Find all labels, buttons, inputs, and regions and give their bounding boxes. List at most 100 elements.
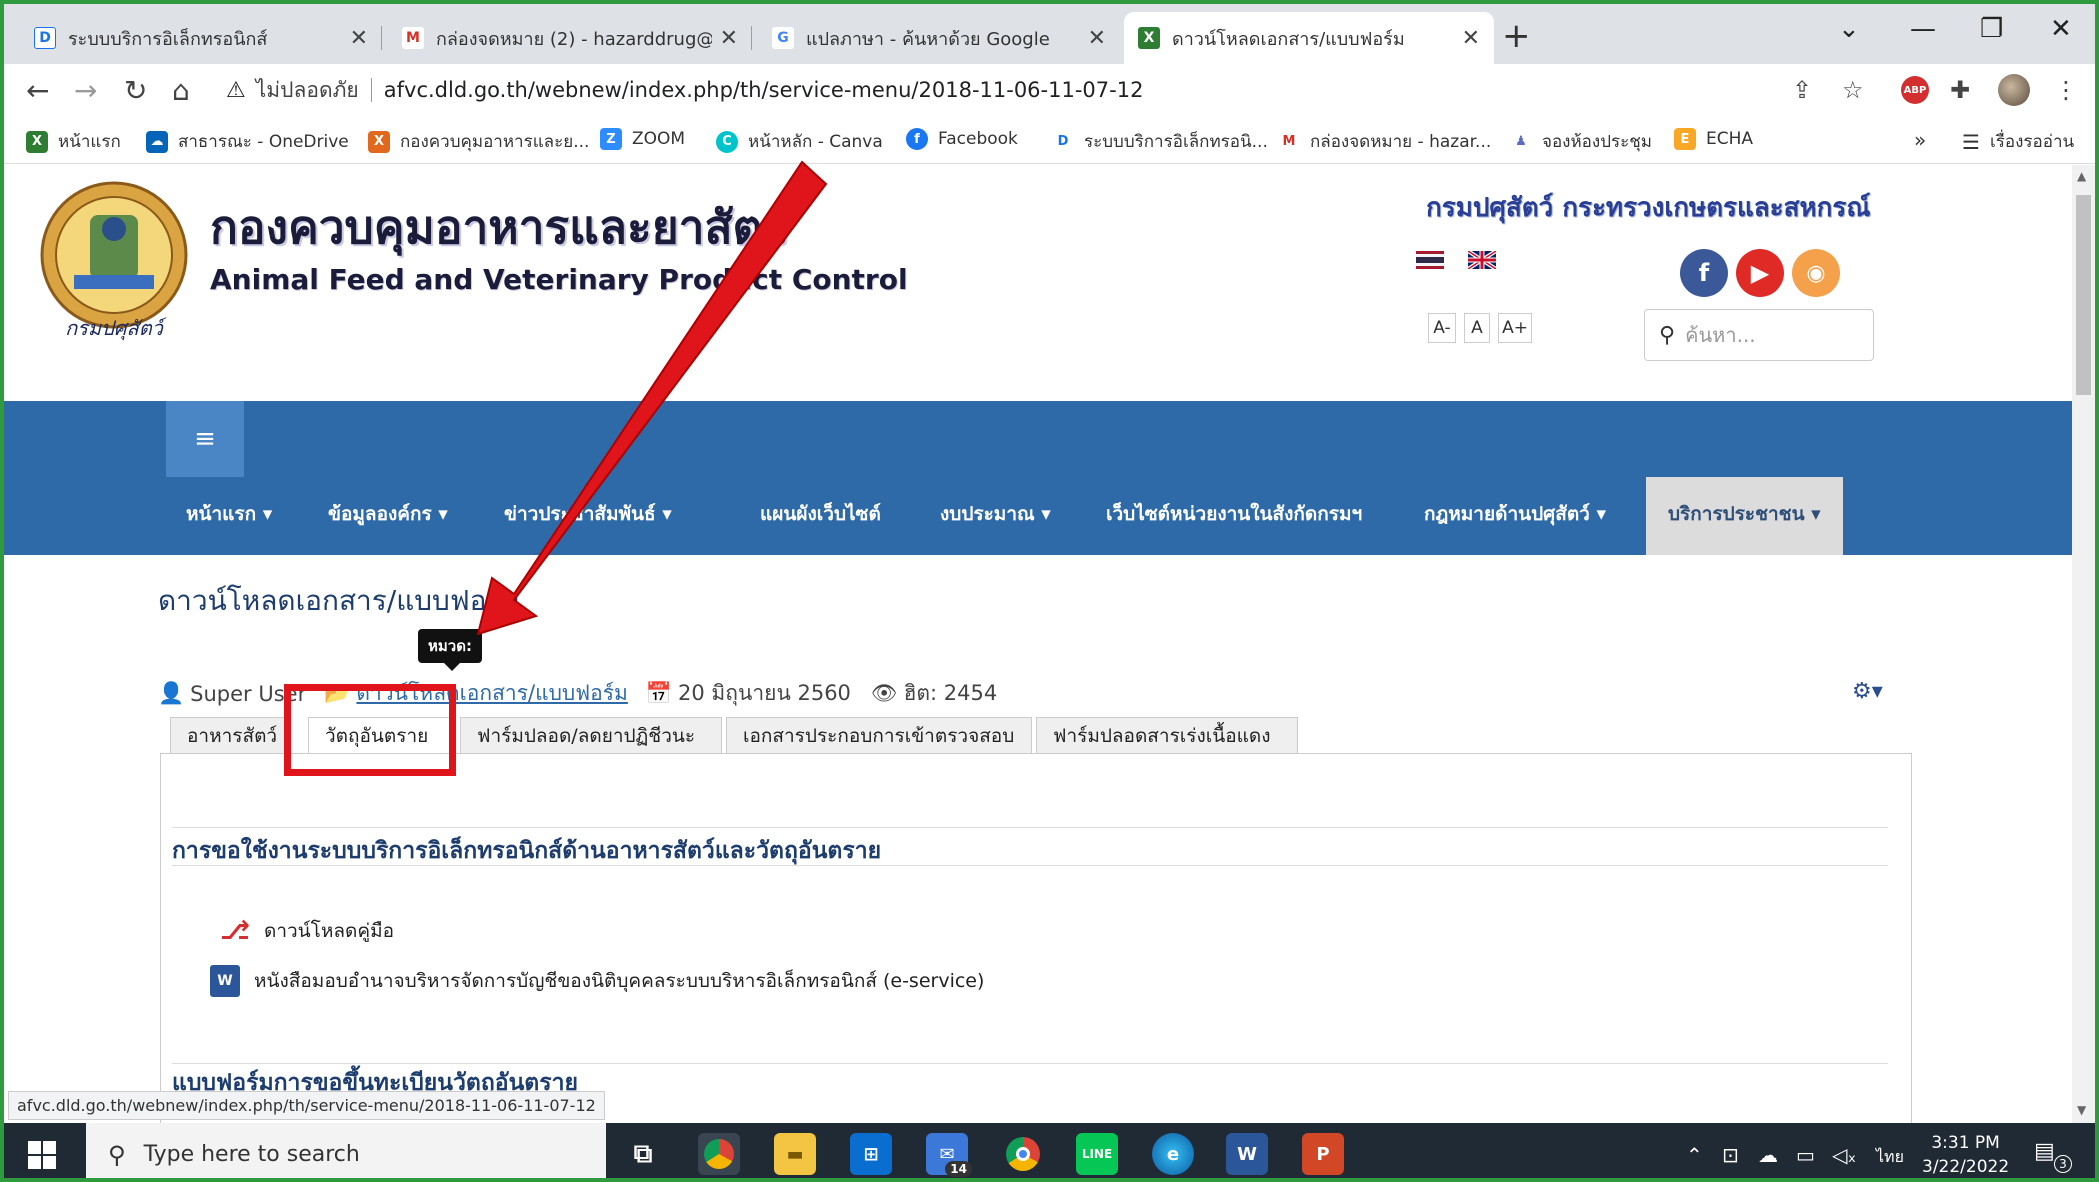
- browser-tab-1[interactable]: D ระบบบริการอิเล็กทรอนิกส์ ✕: [20, 12, 382, 64]
- word-icon[interactable]: W: [1226, 1133, 1268, 1175]
- share-icon[interactable]: ⇪: [1792, 76, 1812, 104]
- adblock-plus-icon[interactable]: ABP: [1901, 76, 1929, 104]
- bookmark-echa[interactable]: E ECHA: [1674, 128, 1753, 150]
- close-tab-icon[interactable]: ✕: [1088, 26, 1106, 51]
- taskbar-search-placeholder: Type here to search: [143, 1142, 360, 1167]
- facebook-icon: f: [906, 128, 928, 150]
- notification-center-icon[interactable]: ▤ 3: [2034, 1139, 2072, 1173]
- bookmark-facebook[interactable]: f Facebook: [906, 128, 1018, 150]
- browser-tab-3[interactable]: G แปลภาษา - ค้นหาด้วย Google ✕: [758, 12, 1120, 64]
- gear-icon[interactable]: ⚙▾: [1852, 679, 1883, 704]
- nav-budget[interactable]: งบประมาณ ▾: [940, 499, 1051, 529]
- windows-start-icon[interactable]: [28, 1141, 56, 1169]
- chrome-profile-app-icon[interactable]: [698, 1133, 740, 1175]
- close-tab-icon[interactable]: ✕: [350, 26, 368, 51]
- tab-beta-agonist-free-farm[interactable]: ฟาร์มปลอดสารเร่งเนื้อแดง: [1036, 717, 1298, 753]
- browser-tab-2[interactable]: M กล่องจดหมาย (2) - hazarddrug@gm ✕: [388, 12, 752, 64]
- bookmark-label: กองควบคุมอาหารและย...: [400, 132, 590, 152]
- tab-inspection-documents[interactable]: เอกสารประกอบการเข้าตรวจสอบ: [726, 717, 1032, 753]
- address-divider: [370, 78, 372, 102]
- bookmark-meeting-room[interactable]: ♟ จองห้องประชุม: [1510, 128, 1652, 155]
- facebook-icon[interactable]: f: [1680, 249, 1728, 297]
- download-manual-link[interactable]: ⎇ ดาวน์โหลดคู่มือ: [220, 915, 394, 947]
- tab-antibiotic-free-farm[interactable]: ฟาร์มปลอด/ลดยาปฏิชีวนะ: [460, 717, 722, 753]
- font-normal-button[interactable]: A: [1464, 313, 1490, 343]
- line-app-icon[interactable]: LINE: [1076, 1133, 1118, 1175]
- scroll-down-arrow-icon[interactable]: ▼: [2077, 1103, 2086, 1117]
- site-title-thai: กองควบคุมอาหารและยาสัตว์: [210, 200, 789, 254]
- minimize-icon[interactable]: —: [1910, 14, 1936, 44]
- taskbar-search-box[interactable]: ⚲ Type here to search: [86, 1123, 606, 1178]
- close-tab-icon[interactable]: ✕: [1462, 26, 1480, 51]
- address-bar[interactable]: ⚠ ไม่ปลอดภัย afvc.dld.go.th/webnew/index…: [226, 70, 1886, 110]
- reload-icon[interactable]: ↻: [124, 74, 147, 107]
- browser-tab-4-active[interactable]: X ดาวน์โหลดเอกสาร/แบบฟอร์ม ✕: [1124, 12, 1494, 64]
- mail-icon[interactable]: ✉ 14: [926, 1133, 972, 1177]
- bookmark-afvc[interactable]: X กองควบคุมอาหารและย...: [368, 128, 589, 155]
- bookmark-onedrive[interactable]: ☁ สาธารณะ - OneDrive: [146, 128, 349, 155]
- bookmark-star-icon[interactable]: ☆: [1842, 76, 1864, 104]
- volume-muted-icon[interactable]: ◁ₓ: [1832, 1143, 1856, 1167]
- microsoft-store-icon[interactable]: ⊞: [850, 1133, 892, 1175]
- nav-public-services[interactable]: บริการประชาชน ▾: [1646, 477, 1843, 555]
- tab-title: ระบบบริการอิเล็กทรอนิกส์: [68, 28, 268, 50]
- meet-now-icon[interactable]: ⊡: [1722, 1143, 1739, 1167]
- divider: [172, 827, 1888, 828]
- bookmark-gmail[interactable]: M กล่องจดหมาย - hazar...: [1278, 128, 1491, 155]
- scroll-up-arrow-icon[interactable]: ▲: [2077, 169, 2086, 183]
- document-label: หนังสือมอบอำนาจบริหารจัดการบัญชีของนิติบ…: [254, 970, 985, 992]
- onedrive-cloud-icon[interactable]: ☁: [1758, 1143, 1778, 1167]
- divider: [172, 865, 1888, 866]
- uk-flag-icon[interactable]: [1468, 251, 1496, 269]
- tab-search-chevron-icon[interactable]: ⌄: [1838, 14, 1860, 44]
- forward-arrow-icon[interactable]: →: [74, 74, 97, 107]
- nav-sitemap[interactable]: แผนผังเว็บไซต์: [760, 499, 881, 529]
- font-increase-button[interactable]: A+: [1498, 313, 1532, 343]
- restore-icon[interactable]: ❐: [1980, 14, 2003, 44]
- bookmark-zoom[interactable]: Z ZOOM: [600, 128, 685, 150]
- back-arrow-icon[interactable]: ←: [26, 74, 49, 107]
- file-explorer-icon[interactable]: ▬: [774, 1133, 816, 1175]
- page-scrollbar[interactable]: ▲ ▼: [2072, 165, 2095, 1123]
- clock-time: 3:31 PM: [1931, 1133, 2000, 1153]
- font-decrease-button[interactable]: A-: [1428, 313, 1456, 343]
- reading-list[interactable]: ☰ เรื่องรออ่าน: [1962, 128, 2074, 155]
- bookmark-label: ZOOM: [632, 129, 686, 149]
- document-label: ดาวน์โหลดคู่มือ: [264, 920, 395, 942]
- tab-animal-feed[interactable]: อาหารสัตว์: [170, 717, 288, 753]
- nav-affiliated-sites[interactable]: เว็บไซต์หน่วยงานในสังกัดกรมฯ: [1106, 499, 1362, 529]
- bookmark-home[interactable]: X หน้าแรก: [26, 128, 121, 155]
- tray-chevron-up-icon[interactable]: ⌃: [1686, 1143, 1703, 1167]
- hamburger-menu-icon[interactable]: ≡: [166, 401, 244, 477]
- nav-news[interactable]: ข่าวประชาสัมพันธ์ ▾: [504, 499, 672, 529]
- url-text[interactable]: afvc.dld.go.th/webnew/index.php/th/servi…: [384, 78, 1144, 102]
- site-search-input[interactable]: ⚲ ค้นหา...: [1644, 309, 1874, 361]
- taskbar-clock[interactable]: 3:31 PM 3/22/2022: [1922, 1131, 2009, 1178]
- task-view-icon[interactable]: ⧉: [622, 1133, 664, 1175]
- home-icon[interactable]: ⌂: [172, 74, 190, 107]
- nav-home[interactable]: หน้าแรก ▾: [186, 499, 272, 529]
- new-tab-plus-icon[interactable]: +: [1502, 16, 1531, 56]
- nav-organization[interactable]: ข้อมูลองค์กร ▾: [328, 499, 448, 529]
- window-close-icon[interactable]: ✕: [2050, 14, 2072, 44]
- edge-icon[interactable]: e: [1152, 1133, 1194, 1175]
- bookmark-label: ECHA: [1706, 129, 1754, 149]
- youtube-icon[interactable]: ▶: [1736, 249, 1784, 297]
- rss-icon[interactable]: ◉: [1792, 249, 1840, 297]
- scrollbar-thumb[interactable]: [2076, 195, 2091, 395]
- extensions-puzzle-icon[interactable]: ✚: [1950, 76, 1970, 104]
- network-icon[interactable]: ▭: [1796, 1143, 1815, 1167]
- bookmark-eservice[interactable]: D ระบบบริการอิเล็กทรอนิ...: [1052, 128, 1268, 155]
- nav-livestock-law[interactable]: กฎหมายด้านปศุสัตว์ ▾: [1424, 499, 1606, 529]
- thai-flag-icon[interactable]: [1416, 251, 1444, 269]
- input-language[interactable]: ไทย: [1876, 1145, 1904, 1170]
- gmail-icon: M: [402, 27, 424, 49]
- bookmarks-overflow-icon[interactable]: »: [1914, 128, 1926, 152]
- close-tab-icon[interactable]: ✕: [720, 26, 738, 51]
- bookmark-canva[interactable]: C หน้าหลัก - Canva: [716, 128, 883, 155]
- profile-avatar[interactable]: [1998, 74, 2030, 106]
- powerpoint-icon[interactable]: P: [1302, 1133, 1344, 1175]
- browser-menu-icon[interactable]: ⋮: [2054, 76, 2078, 104]
- chrome-icon[interactable]: [1002, 1133, 1044, 1175]
- power-of-attorney-link[interactable]: W หนังสือมอบอำนาจบริหารจัดการบัญชีของนิต…: [210, 965, 984, 997]
